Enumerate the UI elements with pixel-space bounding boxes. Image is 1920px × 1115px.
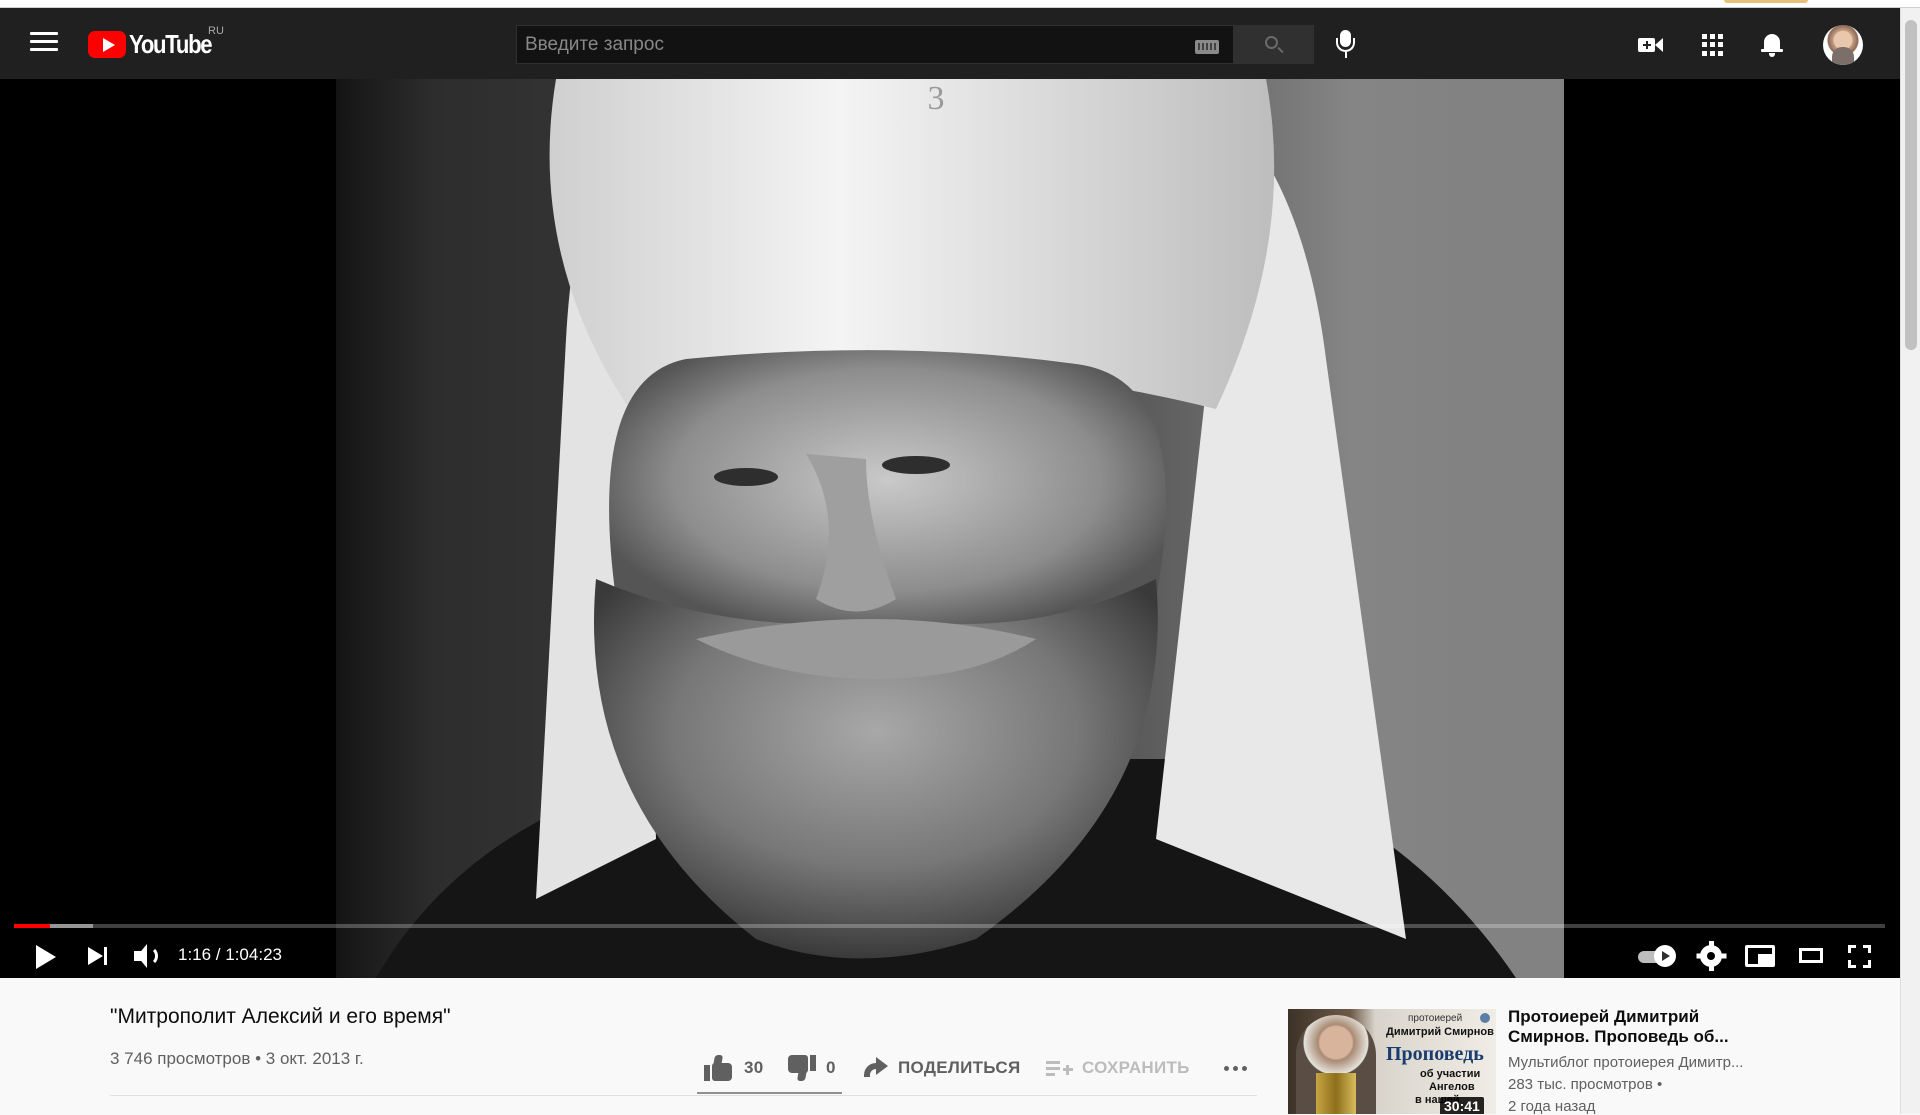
like-button[interactable]: 30 [704,1048,764,1088]
dislike-button[interactable]: 0 [786,1048,836,1088]
theater-mode-icon[interactable] [1797,938,1827,974]
recommended-title-line-1: Протоиерей Димитрий [1508,1007,1700,1026]
seek-bar-played [14,924,50,928]
recommended-date: 2 года назад [1508,1098,1596,1115]
like-count: 30 [744,1058,764,1077]
time-display: 1:16 / 1:04:23 [178,945,282,964]
like-ratio-bar [697,1092,842,1094]
save-button[interactable]: СОХРАНИТЬ [1046,1048,1190,1088]
search-input[interactable] [517,26,1157,63]
apps-grid-icon[interactable] [1697,30,1727,60]
recommended-channel[interactable]: Мультиблог протоиерея Димитр... [1508,1054,1743,1071]
svg-text:3: 3 [928,80,945,117]
thumbs-up-icon [704,1055,734,1081]
video-frame[interactable]: 3 [336,79,1564,978]
thumb-caption-1: протоиерей [1408,1013,1463,1024]
next-video-button[interactable] [86,938,112,974]
play-button[interactable] [32,938,62,974]
masthead: YouTube RU [0,8,1900,79]
region-label: RU [208,25,224,37]
recommended-title-line-2: Смирнов. Проповедь об... [1508,1027,1729,1046]
search-icon [1265,36,1278,49]
scrollbar-thumb[interactable] [1905,20,1917,350]
notifications-bell-icon[interactable] [1757,30,1787,60]
browser-tab-edge [1724,0,1808,3]
menu-icon[interactable] [30,32,58,54]
search-box [516,25,1234,64]
recommended-views: 283 тыс. просмотров • [1508,1076,1663,1093]
logo-wordmark: YouTube [129,28,213,59]
microphone-icon[interactable] [1334,30,1358,60]
duration-badge: 30:41 [1440,1097,1484,1114]
settings-gear-icon[interactable] [1696,938,1727,974]
video-still-portrait: 3 [376,79,1516,978]
more-dots-icon [1220,1065,1251,1071]
recommended-video[interactable]: протоиерей Димитрий Смирнов Проповедь об… [1288,1007,1888,1115]
create-video-icon[interactable] [1637,30,1667,60]
fullscreen-icon[interactable] [1846,938,1876,974]
keyboard-icon[interactable] [1195,40,1219,54]
section-divider [110,1095,1257,1096]
thumb-caption-4: об участии [1420,1068,1481,1080]
thumb-caption-3: Проповедь [1386,1043,1484,1065]
browser-top-strip [0,0,1920,8]
account-avatar[interactable] [1823,25,1863,65]
more-actions-button[interactable] [1220,1048,1251,1088]
video-title: "Митрополит Алексий и его время" [110,1005,451,1028]
video-player[interactable]: 3 1:16 / 1:04:23 [0,79,1900,978]
youtube-logo[interactable]: YouTube RU [88,25,226,59]
thumbs-down-icon [786,1055,816,1081]
share-arrow-icon [862,1057,888,1079]
save-label: СОХРАНИТЬ [1082,1058,1190,1077]
video-meta: 3 746 просмотров • 3 окт. 2013 г. [110,1049,364,1068]
thumb-caption-5: Ангелов [1429,1081,1475,1093]
info-badge-icon [1480,1013,1490,1023]
search-button[interactable] [1234,25,1314,64]
video-info-section: "Митрополит Алексий и его время" 3 746 п… [0,978,1900,1115]
miniplayer-icon[interactable] [1743,938,1779,974]
thumb-caption-2: Димитрий Смирнов [1386,1026,1494,1038]
volume-icon[interactable] [132,938,164,974]
playlist-add-icon [1046,1059,1073,1077]
share-label: ПОДЕЛИТЬСЯ [898,1058,1021,1077]
youtube-play-icon [88,30,126,58]
autoplay-toggle[interactable] [1638,938,1676,974]
recommended-thumbnail[interactable]: протоиерей Димитрий Смирнов Проповедь об… [1288,1009,1496,1114]
dislike-count: 0 [826,1058,836,1077]
recommended-title[interactable]: Протоиерей Димитрий Смирнов. Проповедь о… [1508,1007,1878,1047]
share-button[interactable]: ПОДЕЛИТЬСЯ [862,1048,1021,1088]
seek-bar[interactable] [14,924,1885,928]
page-scrollbar[interactable] [1900,8,1920,1114]
